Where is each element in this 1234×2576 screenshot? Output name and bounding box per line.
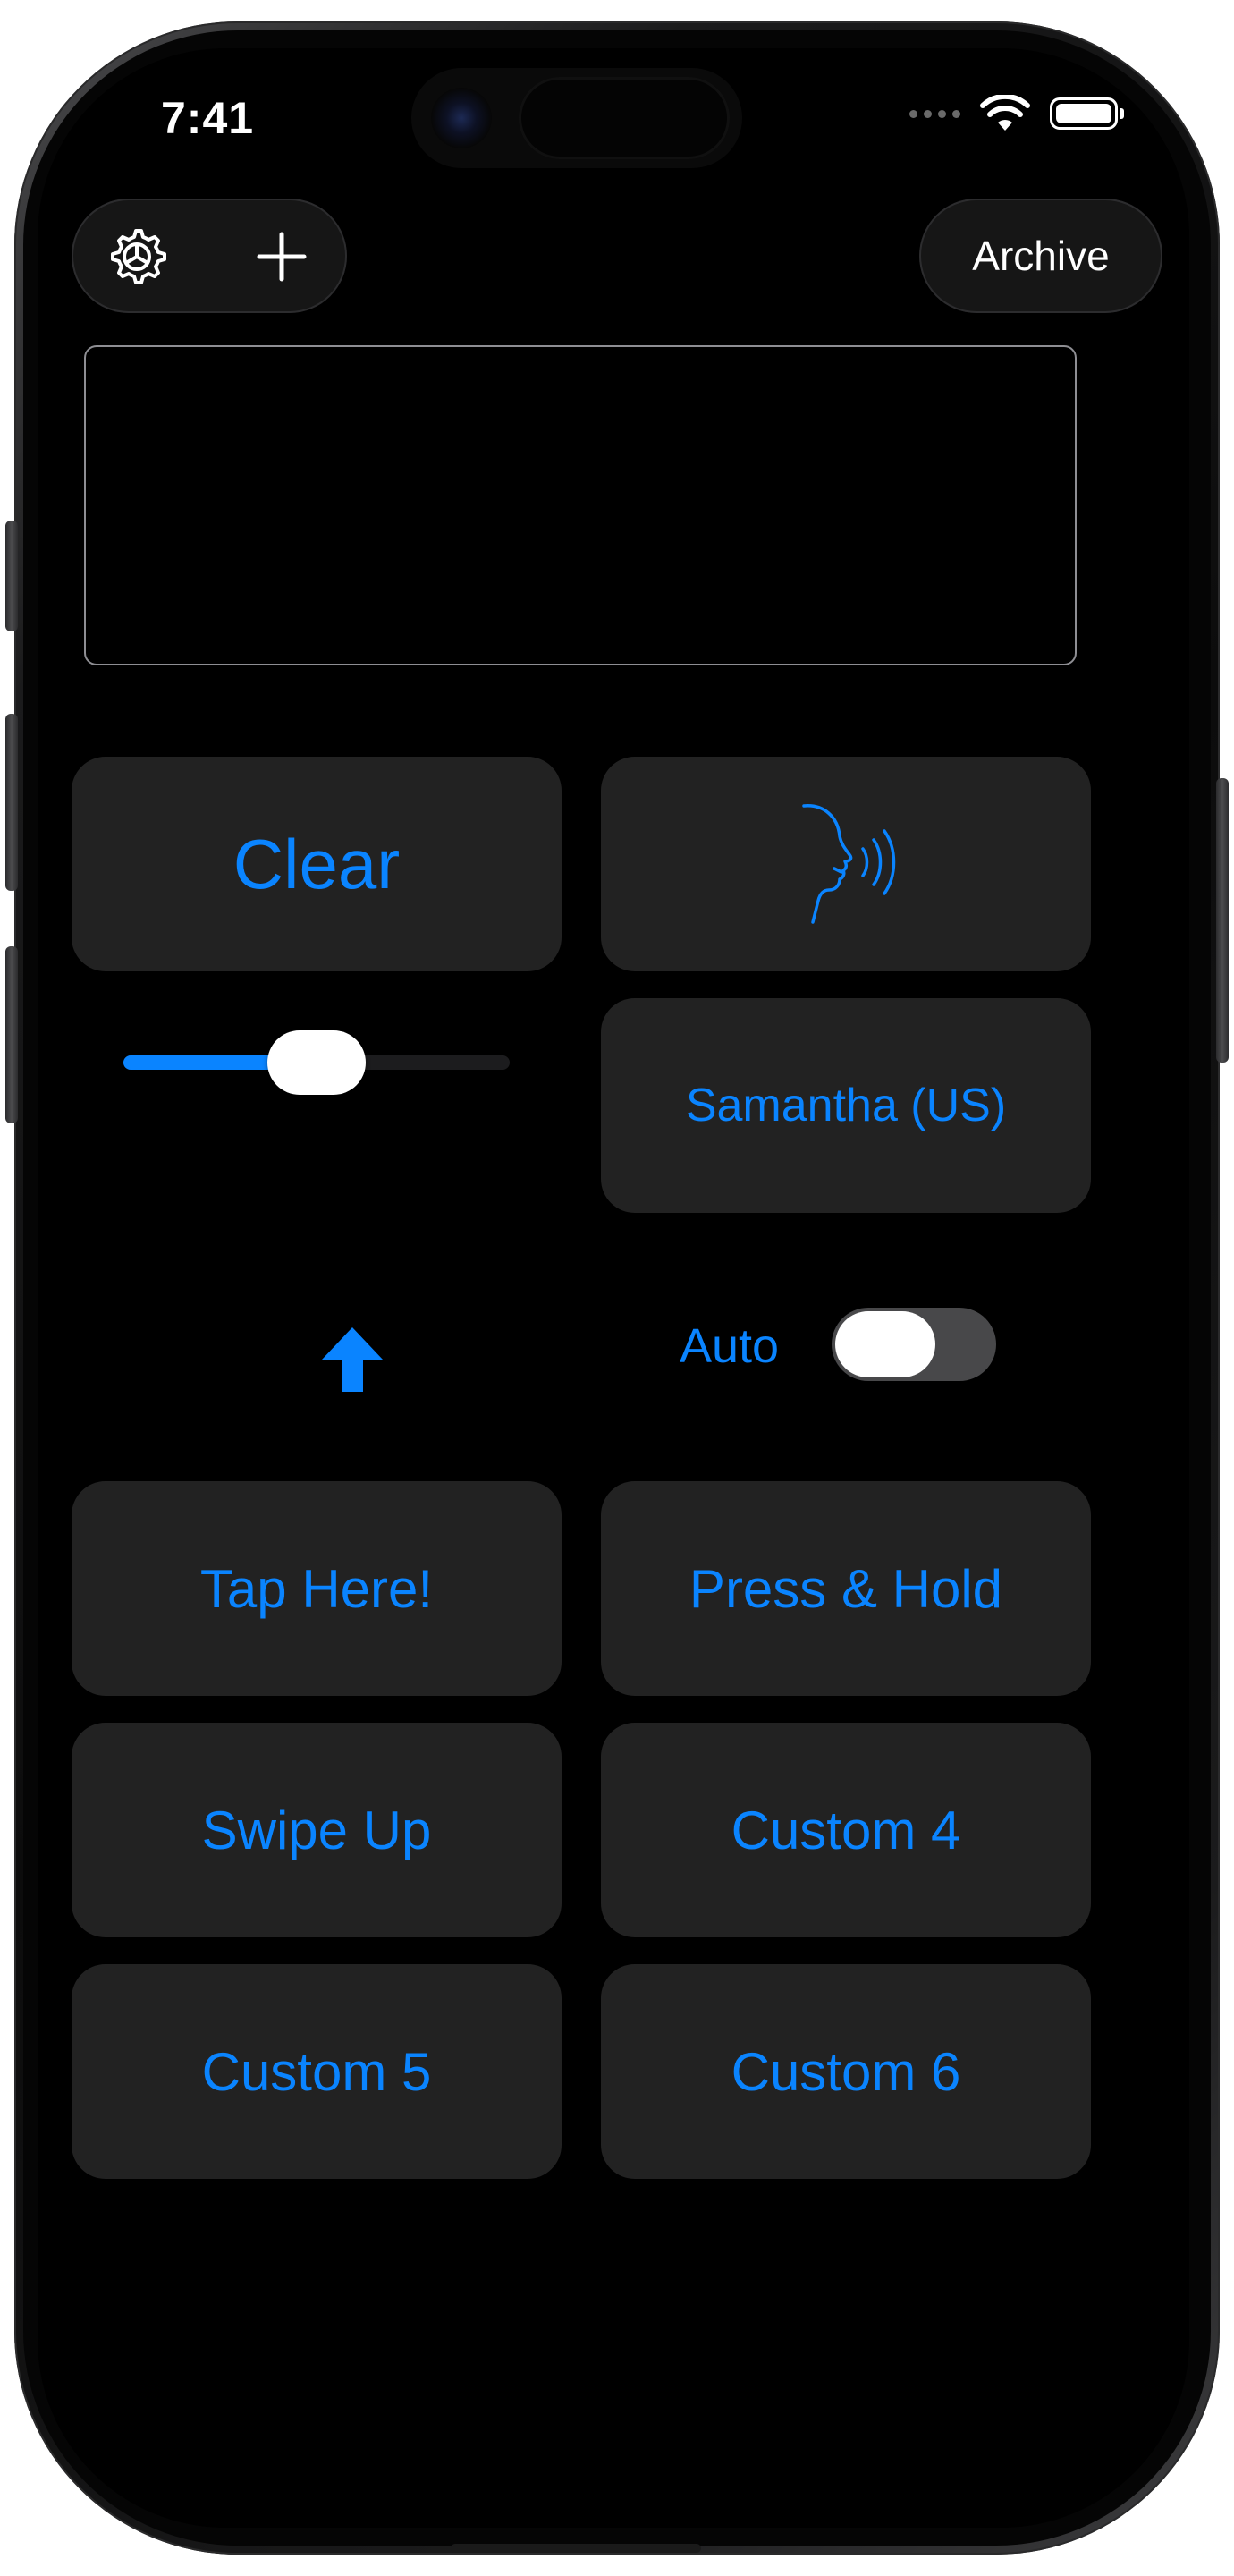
- battery-icon: [1050, 97, 1124, 130]
- voice-select-label: Samantha (US): [685, 1080, 1007, 1131]
- custom-5-label: Custom 5: [201, 2041, 432, 2102]
- custom-6-button[interactable]: Custom 6: [601, 1964, 1091, 2179]
- home-indicator: [451, 2544, 701, 2553]
- voice-select-button[interactable]: Samantha (US): [601, 998, 1091, 1213]
- custom-4-label: Custom 4: [731, 1800, 961, 1860]
- volume-up-button: [5, 714, 18, 891]
- swipe-up-label: Swipe Up: [201, 1800, 432, 1860]
- custom-4-button[interactable]: Custom 4: [601, 1723, 1091, 1937]
- auto-toggle-label: Auto: [680, 1319, 780, 1373]
- tap-here-label: Tap Here!: [199, 1558, 434, 1619]
- press-hold-label: Press & Hold: [689, 1558, 1003, 1619]
- wifi-icon: [980, 95, 1030, 131]
- press-hold-button[interactable]: Press & Hold: [601, 1481, 1091, 1696]
- island-sensor: [519, 77, 730, 159]
- dynamic-island: [411, 68, 742, 168]
- status-time: 7:41: [161, 93, 255, 143]
- speaking-head-icon: [802, 804, 896, 924]
- speech-rate-slider[interactable]: [123, 1030, 510, 1095]
- speak-button[interactable]: [601, 757, 1091, 971]
- custom-5-button[interactable]: Custom 5: [72, 1964, 562, 2179]
- swipe-up-button[interactable]: Swipe Up: [72, 1723, 562, 1937]
- plus-icon: [257, 232, 307, 282]
- cellular-signal-icon: [909, 109, 960, 118]
- action-button: [5, 521, 18, 631]
- front-camera: [431, 88, 492, 148]
- gear-icon: [111, 229, 166, 284]
- add-button[interactable]: [250, 225, 313, 288]
- speech-text-input[interactable]: [84, 345, 1077, 665]
- auto-toggle[interactable]: [832, 1308, 996, 1381]
- custom-6-label: Custom 6: [731, 2041, 961, 2102]
- clear-button-label: Clear: [232, 824, 401, 903]
- settings-button[interactable]: [106, 225, 168, 288]
- tap-here-button[interactable]: Tap Here!: [72, 1481, 562, 1696]
- power-button: [1216, 778, 1229, 1063]
- auto-toggle-knob: [835, 1311, 935, 1377]
- up-arrow-icon[interactable]: [317, 1324, 388, 1395]
- slider-thumb[interactable]: [267, 1030, 366, 1095]
- volume-down-button: [5, 946, 18, 1123]
- toolbar-group: [72, 199, 347, 313]
- clear-button[interactable]: Clear: [72, 757, 562, 971]
- status-indicators: [909, 95, 1124, 132]
- archive-button[interactable]: Archive: [919, 199, 1162, 313]
